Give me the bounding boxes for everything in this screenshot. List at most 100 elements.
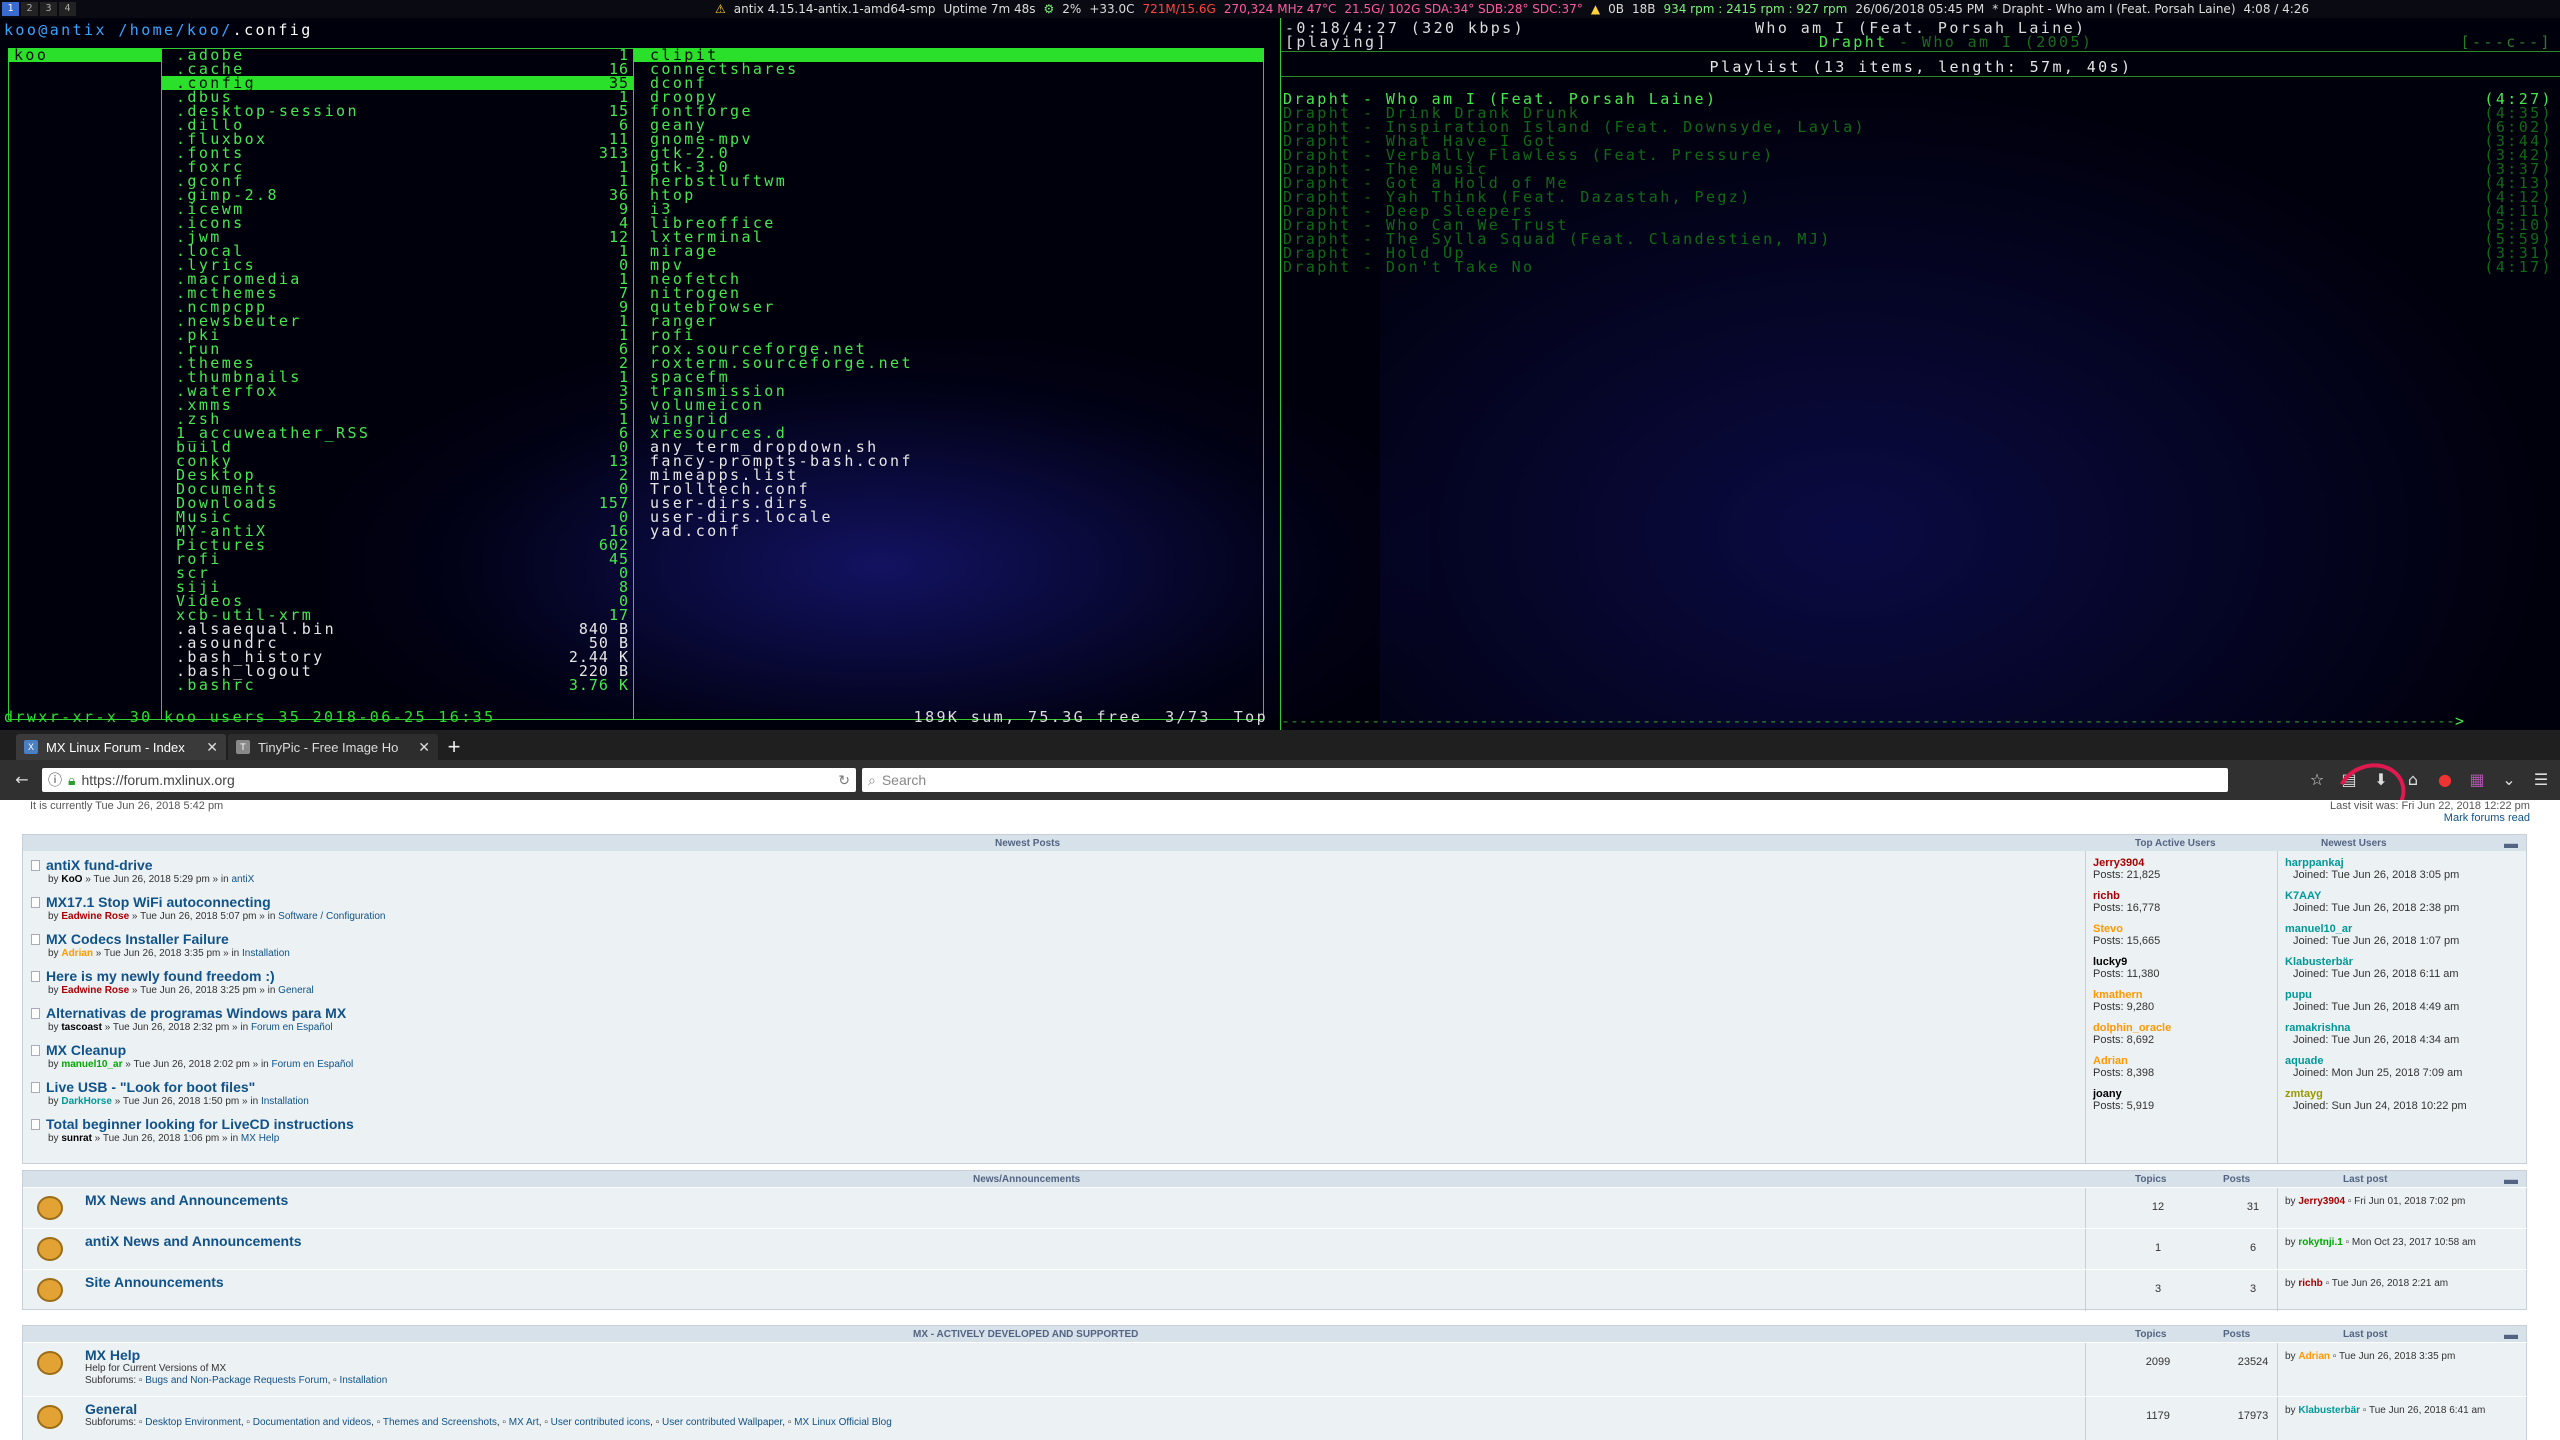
user-name[interactable]: aquade bbox=[2285, 1055, 2462, 1067]
user-name[interactable]: Klabusterbär bbox=[2285, 956, 2459, 968]
post-title-link[interactable]: Total beginner looking for LiveCD instru… bbox=[46, 1116, 354, 1132]
ranger-parent-item[interactable]: koo bbox=[8, 48, 161, 63]
view-post-icon[interactable]: ▫ bbox=[2323, 1278, 2332, 1289]
workspace-3[interactable]: 3 bbox=[40, 2, 57, 16]
ranger-entry[interactable]: .pki 1 bbox=[162, 328, 633, 343]
collapse-icon[interactable]: ▬ bbox=[2504, 1171, 2518, 1187]
mark-forums-read-link[interactable]: Mark forums read bbox=[2444, 812, 2530, 824]
playlist-item[interactable]: Drapht - The Sylla Squad (Feat. Clandest… bbox=[1283, 232, 2553, 247]
post-author[interactable]: manuel10_ar bbox=[61, 1059, 122, 1070]
view-post-icon[interactable]: ▫ bbox=[2343, 1237, 2352, 1248]
forum-name-link[interactable]: MX News and Announcements bbox=[85, 1192, 288, 1208]
post-title-link[interactable]: MX17.1 Stop WiFi autoconnecting bbox=[46, 894, 271, 910]
post-author[interactable]: DarkHorse bbox=[61, 1096, 112, 1107]
post-forum-link[interactable]: Installation bbox=[242, 948, 290, 959]
close-icon[interactable]: ✕ bbox=[206, 739, 218, 756]
user-name[interactable]: zmtayg bbox=[2285, 1088, 2467, 1100]
tab-mx-forum[interactable]: X MX Linux Forum - Index ✕ bbox=[16, 734, 226, 760]
close-icon[interactable]: ✕ bbox=[418, 739, 430, 756]
playlist[interactable]: Drapht - Who am I (Feat. Porsah Laine) (4… bbox=[1283, 92, 2553, 275]
collapse-icon[interactable]: ▬ bbox=[2504, 835, 2518, 851]
post-author[interactable]: Eadwine Rose bbox=[61, 985, 129, 996]
info-icon[interactable]: ⓘ bbox=[48, 770, 62, 790]
user-name[interactable]: richb bbox=[2093, 890, 2160, 902]
post-forum-link[interactable]: MX Help bbox=[241, 1133, 279, 1144]
post-title-link[interactable]: Live USB - "Look for boot files" bbox=[46, 1079, 255, 1095]
last-post-author[interactable]: Klabusterbär bbox=[2298, 1405, 2360, 1416]
url-bar[interactable]: ⓘ 🔒︎ https://forum.mxlinux.org ↻ bbox=[42, 768, 856, 792]
post-author[interactable]: Adrian bbox=[61, 948, 93, 959]
workspace-4[interactable]: 4 bbox=[59, 2, 76, 16]
user-name[interactable]: kmathern bbox=[2093, 989, 2154, 1001]
reload-icon[interactable]: ↻ bbox=[838, 772, 850, 789]
ranger-preview-entry[interactable]: fontforge bbox=[634, 104, 1264, 119]
ranger-parent-column[interactable]: koo bbox=[8, 48, 162, 720]
player-progress-bar[interactable]: ----------------------------------------… bbox=[1281, 712, 2560, 730]
post-author[interactable]: Eadwine Rose bbox=[61, 911, 129, 922]
view-post-icon[interactable]: ▫ bbox=[2345, 1196, 2354, 1207]
post-title-link[interactable]: MX Codecs Installer Failure bbox=[46, 931, 229, 947]
post-author[interactable]: tascoast bbox=[61, 1022, 102, 1033]
view-post-icon[interactable]: ▫ bbox=[2330, 1351, 2339, 1362]
user-name[interactable]: harppankaj bbox=[2285, 857, 2459, 869]
ranger-preview-column[interactable]: clipit connectshares dconf droopy fontforge g… bbox=[634, 48, 1264, 720]
subforum-link[interactable]: User contributed icons bbox=[551, 1417, 651, 1428]
subforum-link[interactable]: Bugs and Non-Package Requests Forum bbox=[145, 1375, 327, 1386]
post-forum-link[interactable]: Installation bbox=[261, 1096, 309, 1107]
workspace-switcher[interactable]: 1 2 3 4 bbox=[0, 2, 76, 16]
subforum-link[interactable]: Installation bbox=[339, 1375, 387, 1386]
playlist-item[interactable]: Drapht - Don't Take No (4:17) bbox=[1283, 260, 2553, 275]
workspace-1[interactable]: 1 bbox=[2, 2, 19, 16]
post-forum-link[interactable]: antiX bbox=[231, 874, 254, 885]
ranger-preview-entry[interactable]: connectshares bbox=[634, 62, 1264, 77]
ranger-preview-entry[interactable]: lxterminal bbox=[634, 230, 1264, 245]
menu-icon[interactable]: ☰ bbox=[2530, 769, 2552, 791]
back-button[interactable]: ← bbox=[8, 766, 36, 794]
user-name[interactable]: joany bbox=[2093, 1088, 2154, 1100]
post-title-link[interactable]: antiX fund-drive bbox=[46, 857, 153, 873]
post-title-link[interactable]: MX Cleanup bbox=[46, 1042, 126, 1058]
forum-name-link[interactable]: MX Help bbox=[85, 1347, 140, 1363]
bookmark-star-icon[interactable]: ☆ bbox=[2306, 769, 2328, 791]
subforum-link[interactable]: MX Linux Official Blog bbox=[794, 1417, 892, 1428]
user-name[interactable]: manuel10_ar bbox=[2285, 923, 2459, 935]
ranger-current-column[interactable]: .adobe 1 .cache 16 .config 35 .dbus 1 .desktop-s… bbox=[162, 48, 634, 720]
ranger-preview-entry[interactable]: mirage bbox=[634, 244, 1264, 259]
subforum-link[interactable]: Themes and Screenshots bbox=[383, 1417, 497, 1428]
subforum-link[interactable]: Desktop Environment bbox=[145, 1417, 241, 1428]
ranger-preview-entry[interactable]: herbstluftwm bbox=[634, 174, 1264, 189]
user-name[interactable]: Jerry3904 bbox=[2093, 857, 2160, 869]
subforum-link[interactable]: Documentation and videos bbox=[253, 1417, 371, 1428]
post-forum-link[interactable]: Software / Configuration bbox=[278, 911, 385, 922]
extension-icon[interactable]: ▦ bbox=[2466, 769, 2488, 791]
view-post-icon[interactable]: ▫ bbox=[2360, 1405, 2369, 1416]
ranger-preview-entry[interactable]: ranger bbox=[634, 314, 1264, 329]
ranger-preview-entry[interactable]: dconf bbox=[634, 76, 1264, 91]
user-name[interactable]: pupu bbox=[2285, 989, 2459, 1001]
forum-name-link[interactable]: General bbox=[85, 1401, 137, 1417]
ranger-entry[interactable]: scr 0 bbox=[162, 566, 633, 581]
subforum-link[interactable]: User contributed Wallpaper bbox=[662, 1417, 782, 1428]
ranger-entry[interactable]: .icons 4 bbox=[162, 216, 633, 231]
post-title-link[interactable]: Here is my newly found freedom :) bbox=[46, 968, 275, 984]
post-forum-link[interactable]: General bbox=[278, 985, 314, 996]
ranger-entry[interactable]: .newsbeuter 1 bbox=[162, 314, 633, 329]
last-post-author[interactable]: Adrian bbox=[2298, 1351, 2330, 1362]
ranger-preview-entry[interactable]: qutebrowser bbox=[634, 300, 1264, 315]
post-forum-link[interactable]: Forum en Español bbox=[272, 1059, 354, 1070]
new-tab-button[interactable]: + bbox=[440, 734, 468, 760]
forum-name-link[interactable]: Site Announcements bbox=[85, 1274, 224, 1290]
ranger-entry[interactable]: rofi 45 bbox=[162, 552, 633, 567]
post-forum-link[interactable]: Forum en Español bbox=[251, 1022, 333, 1033]
last-post-author[interactable]: Jerry3904 bbox=[2298, 1196, 2345, 1207]
collapse-icon[interactable]: ▬ bbox=[2504, 1326, 2518, 1342]
post-title-link[interactable]: Alternativas de programas Windows para M… bbox=[46, 1005, 346, 1021]
user-name[interactable]: lucky9 bbox=[2093, 956, 2159, 968]
pocket-icon[interactable]: ⌄ bbox=[2498, 769, 2520, 791]
subforum-link[interactable]: MX Art bbox=[509, 1417, 539, 1428]
user-name[interactable]: Adrian bbox=[2093, 1055, 2154, 1067]
search-bar[interactable]: ⌕ Search bbox=[862, 768, 2228, 792]
user-name[interactable]: ramakrishna bbox=[2285, 1022, 2459, 1034]
post-author[interactable]: sunrat bbox=[61, 1133, 92, 1144]
user-name[interactable]: dolphin_oracle bbox=[2093, 1022, 2171, 1034]
